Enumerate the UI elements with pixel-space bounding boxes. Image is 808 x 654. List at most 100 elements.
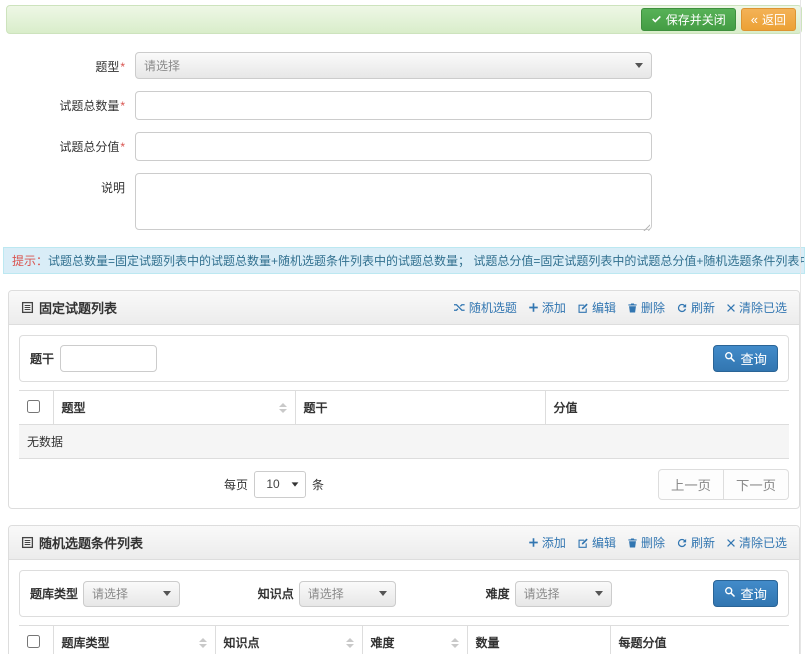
refresh-button[interactable]: 刷新 [676, 299, 715, 316]
panel-title: 随机选题条件列表 [39, 533, 143, 552]
total-score-field[interactable] [135, 132, 652, 161]
total-count-field[interactable] [135, 91, 652, 120]
column-header-difficulty[interactable]: 难度 [362, 626, 467, 654]
back-button[interactable]: « 返回 [741, 8, 796, 31]
trash-icon [627, 302, 638, 314]
delete-label: 删除 [641, 299, 665, 316]
clear-selected-label: 清除已选 [739, 299, 787, 316]
required-mark: * [120, 140, 125, 154]
query-label: 查询 [740, 349, 767, 368]
tip-bar: 提示：试题总数量=固定试题列表中的试题总数量+随机选题条件列表中的试题总数量； … [3, 247, 805, 274]
select-all-header [19, 626, 53, 654]
question-type-select[interactable]: 请选择 [135, 52, 652, 79]
sort-icon[interactable] [279, 403, 287, 413]
pager-buttons: 上一页 下一页 [658, 469, 789, 500]
difficulty-select[interactable]: 请选择 [515, 581, 612, 607]
sort-icon[interactable] [199, 638, 207, 648]
bank-type-filter: 题库类型 请选择 [30, 581, 258, 607]
table-header-row: 题型 题干 分值 [19, 391, 789, 425]
random-panel-filter-form: 题库类型 请选择 知识点 请选择 难度 请选择 [19, 570, 789, 617]
column-header-count: 数量 [467, 626, 610, 654]
difficulty-label: 难度 [486, 585, 510, 602]
chevron-down-icon [595, 591, 603, 596]
back-chevron-icon: « [751, 13, 758, 26]
random-select-button[interactable]: 随机选题 [453, 299, 517, 316]
question-type-row: 题型* 请选择 [0, 52, 808, 79]
list-icon [21, 301, 34, 314]
back-label: 返回 [762, 11, 786, 28]
knowledge-point-filter: 知识点 请选择 [258, 581, 486, 607]
empty-row: 无数据 [19, 425, 789, 459]
delete-button[interactable]: 删除 [627, 534, 665, 551]
topbar: 保存并关闭 « 返回 [6, 5, 802, 34]
column-header-score: 分值 [545, 391, 789, 425]
random-panel-body: 题库类型 请选择 知识点 请选择 难度 请选择 [9, 560, 799, 654]
column-header-question-type[interactable]: 题型 [53, 391, 295, 425]
knowledge-point-select[interactable]: 请选择 [299, 581, 396, 607]
trash-icon [627, 537, 638, 549]
plus-icon [528, 302, 539, 313]
fixed-panel-pager: 每页 10 条 上一页 下一页 [19, 470, 789, 498]
bank-type-select[interactable]: 请选择 [83, 581, 180, 607]
bank-type-select-value: 请选择 [92, 585, 163, 602]
close-icon [726, 538, 736, 548]
search-icon [724, 351, 736, 366]
fixed-panel-body: 题干 查询 题型 题干 分值 [9, 325, 799, 508]
column-header-knowledge-point[interactable]: 知识点 [215, 626, 362, 654]
total-count-row: 试题总数量* [0, 91, 808, 120]
fixed-questions-panel-header: 固定试题列表 随机选题 添加 编辑 删除 刷新 [9, 291, 799, 325]
column-header-score-per-question: 每题分值 [610, 626, 789, 654]
prev-page-button[interactable]: 上一页 [658, 469, 724, 500]
required-mark: * [120, 60, 125, 74]
description-field[interactable] [135, 173, 652, 230]
fixed-panel-toolbar: 随机选题 添加 编辑 删除 刷新 清除已选 [453, 299, 787, 316]
next-page-button[interactable]: 下一页 [724, 469, 789, 500]
chevron-down-icon [635, 63, 643, 68]
difficulty-filter: 难度 请选择 [486, 581, 714, 607]
list-icon [21, 536, 34, 549]
delete-button[interactable]: 删除 [627, 299, 665, 316]
total-score-row: 试题总分值* [0, 132, 808, 161]
clear-selected-button[interactable]: 清除已选 [726, 299, 787, 316]
add-label: 添加 [542, 299, 566, 316]
close-icon [726, 303, 736, 313]
random-conditions-panel-header: 随机选题条件列表 添加 编辑 删除 刷新 清除已选 [9, 526, 799, 560]
page-size-select[interactable]: 10 [254, 471, 306, 498]
add-button[interactable]: 添加 [528, 299, 566, 316]
sort-icon[interactable] [451, 638, 459, 648]
select-all-checkbox[interactable] [27, 635, 40, 648]
table-header-row: 题库类型 知识点 难度 数量 每题分值 [19, 626, 789, 654]
bank-type-label: 题库类型 [30, 585, 78, 602]
save-and-close-button[interactable]: 保存并关闭 [641, 8, 736, 31]
knowledge-point-select-value: 请选择 [308, 585, 379, 602]
edit-icon [577, 302, 589, 314]
tip-text: 试题总数量=固定试题列表中的试题总数量+随机选题条件列表中的试题总数量； 试题总… [48, 254, 805, 268]
description-label: 说明 [0, 173, 135, 233]
tip-prefix: 提示： [12, 254, 48, 268]
stem-search-input[interactable] [60, 345, 157, 372]
clear-selected-label: 清除已选 [739, 534, 787, 551]
edit-label: 编辑 [592, 299, 616, 316]
random-conditions-panel: 随机选题条件列表 添加 编辑 删除 刷新 清除已选 [8, 525, 800, 654]
edit-button[interactable]: 编辑 [577, 534, 616, 551]
refresh-label: 刷新 [691, 534, 715, 551]
select-all-checkbox[interactable] [27, 400, 40, 413]
chevron-down-icon [163, 591, 171, 596]
check-icon [651, 14, 662, 25]
total-score-label: 试题总分值* [0, 132, 135, 161]
edit-button[interactable]: 编辑 [577, 299, 616, 316]
clear-selected-button[interactable]: 清除已选 [726, 534, 787, 551]
edit-icon [577, 537, 589, 549]
column-header-bank-type[interactable]: 题库类型 [53, 626, 215, 654]
select-all-header [19, 391, 53, 425]
fixed-panel-query-button[interactable]: 查询 [713, 345, 778, 372]
refresh-button[interactable]: 刷新 [676, 534, 715, 551]
required-mark: * [120, 99, 125, 113]
page-size-value: 10 [261, 477, 285, 491]
delete-label: 删除 [641, 534, 665, 551]
sort-icon[interactable] [346, 638, 354, 648]
description-row: 说明 [0, 173, 808, 233]
random-panel-query-button[interactable]: 查询 [713, 580, 778, 607]
add-button[interactable]: 添加 [528, 534, 566, 551]
question-type-select-value: 请选择 [144, 57, 635, 74]
